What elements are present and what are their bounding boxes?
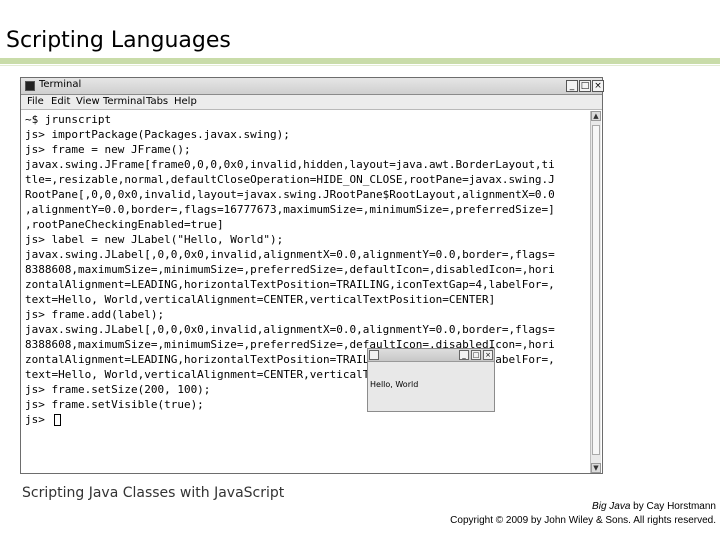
terminal-line: js> frame.setVisible(true); bbox=[25, 398, 204, 411]
scroll-up-arrow-icon[interactable]: ▲ bbox=[591, 111, 601, 121]
terminal-line: js> importPackage(Packages.javax.swing); bbox=[25, 128, 290, 141]
jframe-close-button[interactable]: × bbox=[483, 350, 493, 360]
terminal-line: js> frame = new JFrame(); bbox=[25, 143, 191, 156]
title-divider bbox=[0, 58, 720, 64]
menu-view[interactable]: View bbox=[76, 96, 100, 107]
terminal-line: js> label = new JLabel("Hello, World"); bbox=[25, 233, 284, 246]
terminal-app-icon bbox=[25, 81, 35, 91]
hello-world-jframe[interactable]: _ □ × Hello, World bbox=[367, 348, 495, 412]
menu-file[interactable]: File bbox=[27, 96, 44, 107]
terminal-prompt: js> bbox=[25, 413, 52, 426]
terminal-line: 8388608,maximumSize=,minimumSize=,prefer… bbox=[25, 263, 555, 276]
terminal-output[interactable]: ~$ jrunscript js> importPackage(Packages… bbox=[23, 112, 591, 472]
terminal-line: javax.swing.JFrame[frame0,0,0,0x0,invali… bbox=[25, 158, 555, 171]
terminal-line: zontalAlignment=LEADING,horizontalTextPo… bbox=[25, 278, 555, 291]
terminal-line: javax.swing.JLabel[,0,0,0x0,invalid,alig… bbox=[25, 323, 555, 336]
scroll-down-arrow-icon[interactable]: ▼ bbox=[591, 463, 601, 473]
terminal-line: javax.swing.JLabel[,0,0,0x0,invalid,alig… bbox=[25, 248, 555, 261]
jframe-titlebar[interactable]: _ □ × bbox=[368, 349, 494, 362]
menu-terminal[interactable]: Terminal bbox=[103, 96, 145, 107]
terminal-line: RootPane[,0,0,0x0,invalid,layout=javax.s… bbox=[25, 188, 555, 201]
menu-tabs[interactable]: Tabs bbox=[146, 96, 168, 107]
maximize-button[interactable]: □ bbox=[579, 80, 591, 92]
scrollbar-thumb[interactable] bbox=[592, 125, 600, 455]
terminal-line: tle=,resizable,normal,defaultCloseOperat… bbox=[25, 173, 555, 186]
terminal-line: js> frame.setSize(200, 100); bbox=[25, 383, 211, 396]
menu-edit[interactable]: Edit bbox=[51, 96, 70, 107]
terminal-line: js> frame.add(label); bbox=[25, 308, 165, 321]
jframe-minimize-button[interactable]: _ bbox=[459, 350, 469, 360]
terminal-titlebar[interactable]: Terminal _ □ × bbox=[21, 78, 604, 95]
copyright-notice: Copyright © 2009 by John Wiley & Sons. A… bbox=[450, 515, 716, 526]
terminal-window[interactable]: Terminal _ □ × File Edit View Terminal T… bbox=[20, 77, 604, 474]
menu-help[interactable]: Help bbox=[174, 96, 197, 107]
terminal-window-title: Terminal bbox=[39, 79, 82, 90]
slide-credits: Big Java by Cay Horstmann Copyright © 20… bbox=[450, 500, 716, 528]
title-divider-thin bbox=[0, 65, 720, 66]
terminal-line: ~$ jrunscript bbox=[25, 113, 112, 126]
book-title: Big Java bbox=[592, 501, 631, 512]
terminal-menubar: File Edit View Terminal Tabs Help bbox=[21, 95, 602, 110]
terminal-scrollbar[interactable]: ▲ ▼ bbox=[590, 111, 601, 473]
terminal-line: ,alignmentY=0.0,border=,flags=16777673,m… bbox=[25, 203, 555, 216]
terminal-line: ,rootPaneCheckingEnabled=true] bbox=[25, 218, 224, 231]
book-author: by Cay Horstmann bbox=[630, 501, 716, 512]
slide-title: Scripting Languages bbox=[6, 28, 231, 53]
terminal-line: text=Hello, World,verticalAlignment=CENT… bbox=[25, 293, 496, 306]
figure-caption: Scripting Java Classes with JavaScript bbox=[22, 485, 285, 501]
minimize-button[interactable]: _ bbox=[566, 80, 578, 92]
hello-world-label: Hello, World bbox=[370, 380, 419, 389]
close-button[interactable]: × bbox=[592, 80, 604, 92]
jframe-maximize-button[interactable]: □ bbox=[471, 350, 481, 360]
jframe-menu-icon[interactable] bbox=[369, 350, 379, 360]
terminal-prompt-line[interactable]: js> bbox=[25, 412, 61, 427]
text-cursor bbox=[53, 414, 61, 426]
